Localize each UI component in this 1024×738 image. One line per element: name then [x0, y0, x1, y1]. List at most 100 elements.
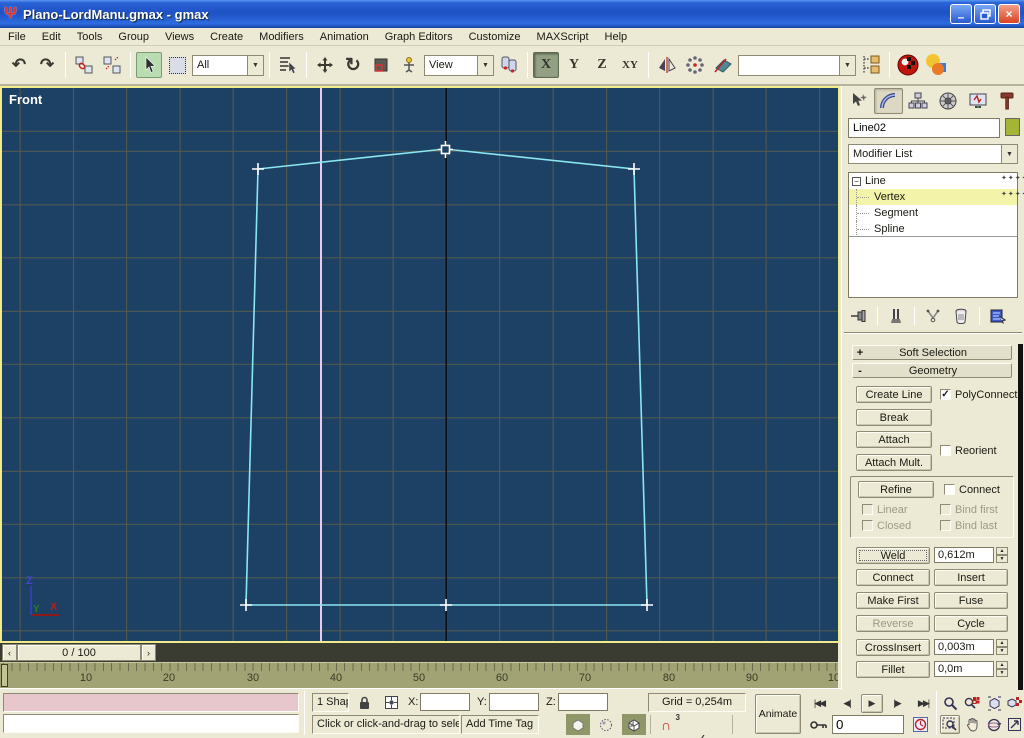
polyconnect-checkbox[interactable]: ✓ — [940, 389, 951, 400]
configure-modifier-sets-button[interactable] — [985, 305, 1011, 327]
array-button[interactable] — [682, 52, 708, 78]
restore-button[interactable] — [974, 4, 996, 24]
tab-motion[interactable] — [933, 88, 963, 114]
front-viewport[interactable]: Front X — [0, 86, 840, 643]
stack-item-segment[interactable]: Segment — [849, 205, 1017, 221]
zoom-extents-all-button[interactable] — [1004, 694, 1024, 713]
attach-mult-button[interactable]: Attach Mult. — [856, 454, 932, 471]
time-slider-prev-button[interactable]: ‹ — [2, 644, 17, 661]
tab-hierarchy[interactable] — [903, 88, 933, 114]
y-coordinate-input[interactable] — [489, 693, 539, 711]
pin-stack-button[interactable] — [846, 305, 872, 327]
refine-button[interactable]: Refine — [858, 481, 934, 498]
stack-item-vertex[interactable]: Vertex ✦✦✦✦ — [849, 189, 1017, 205]
reference-coordinate-system-dropdown[interactable]: View ▼ — [424, 55, 494, 76]
break-button[interactable]: Break — [856, 409, 932, 426]
restrict-x-button[interactable]: X — [533, 52, 559, 78]
set-key-mode-button[interactable] — [806, 715, 830, 734]
select-by-name-button[interactable] — [275, 52, 301, 78]
next-frame-button[interactable]: |▶ — [886, 694, 908, 713]
refine-connect-checkbox[interactable] — [944, 484, 955, 495]
reorient-checkbox[interactable] — [940, 445, 951, 456]
soft-selection-rollout-header[interactable]: + Soft Selection — [852, 345, 1012, 360]
cross-insert-field[interactable]: 0,003m — [934, 639, 994, 655]
tab-utilities[interactable] — [992, 88, 1022, 114]
select-and-scale-button[interactable] — [368, 52, 394, 78]
insert-button[interactable]: Insert — [934, 569, 1008, 586]
time-configuration-button[interactable] — [908, 715, 932, 734]
x-coordinate-input[interactable] — [420, 693, 470, 711]
remove-modifier-button[interactable] — [948, 305, 974, 327]
make-first-button[interactable]: Make First — [856, 592, 930, 609]
spinner-down-icon[interactable]: ▼ — [996, 647, 1008, 655]
menu-modifiers[interactable]: Modifiers — [251, 30, 312, 44]
restrict-y-button[interactable]: Y — [561, 52, 587, 78]
zoom-all-button[interactable] — [962, 694, 982, 713]
select-and-link-button[interactable] — [71, 52, 97, 78]
menu-create[interactable]: Create — [202, 30, 251, 44]
weld-button[interactable]: Weld — [856, 547, 930, 564]
spinner-up-icon[interactable]: ▲ — [996, 639, 1008, 647]
min-max-toggle-button[interactable] — [1005, 715, 1024, 734]
align-button[interactable] — [710, 52, 736, 78]
menu-animation[interactable]: Animation — [312, 30, 377, 44]
fillet-button[interactable]: Fillet — [856, 661, 930, 678]
fuse-button[interactable]: Fuse — [934, 592, 1008, 609]
track-bar[interactable]: 10 20 30 40 50 60 70 80 90 100 — [0, 662, 838, 688]
named-selection-sets-dropdown[interactable]: ▼ — [738, 55, 856, 76]
object-name-input[interactable] — [848, 118, 1000, 138]
spinner-down-icon[interactable]: ▼ — [996, 669, 1008, 677]
rollout-scrollbar[interactable] — [1018, 344, 1023, 690]
restrict-z-button[interactable]: Z — [589, 52, 615, 78]
attach-button[interactable]: Attach — [856, 431, 932, 448]
pan-view-button[interactable] — [962, 715, 982, 734]
stack-item-spline[interactable]: Spline — [849, 221, 1017, 237]
spinner-up-icon[interactable]: ▲ — [996, 547, 1008, 555]
go-to-start-button[interactable]: |◀◀ — [806, 694, 832, 713]
cross-insert-spinner[interactable]: ▲▼ — [996, 639, 1008, 655]
selection-lock-toggle[interactable] — [353, 693, 375, 712]
weld-threshold-field[interactable]: 0,612m — [934, 547, 994, 563]
track-bar-frame-marker[interactable] — [1, 664, 8, 687]
create-line-button[interactable]: Create Line — [856, 386, 932, 403]
add-time-tag[interactable]: Add Time Tag — [461, 715, 539, 734]
unlink-selection-button[interactable] — [99, 52, 125, 78]
fillet-spinner[interactable]: ▲▼ — [996, 661, 1008, 677]
smooth-highlight-toggle[interactable] — [622, 714, 646, 735]
cross-insert-button[interactable]: CrossInsert — [856, 639, 930, 656]
close-button[interactable]: × — [998, 4, 1020, 24]
time-slider-handle[interactable]: 0 / 100 — [17, 644, 141, 661]
maxscript-listener-pink-line[interactable] — [3, 693, 299, 712]
go-to-end-button[interactable]: ▶▶| — [910, 694, 936, 713]
menu-file[interactable]: File — [0, 30, 34, 44]
fillet-field[interactable]: 0,0m — [934, 661, 994, 677]
material-navigator-button[interactable] — [895, 52, 921, 78]
minimize-button[interactable]: – — [950, 4, 972, 24]
tab-modify[interactable] — [874, 88, 904, 114]
material-editor-button[interactable] — [923, 52, 949, 78]
play-animation-button[interactable]: ▶ — [861, 694, 883, 713]
spinner-down-icon[interactable]: ▼ — [996, 555, 1008, 563]
menu-customize[interactable]: Customize — [461, 30, 529, 44]
animate-button[interactable]: Animate — [755, 694, 801, 734]
use-pivot-point-center-button[interactable] — [496, 52, 522, 78]
menu-views[interactable]: Views — [157, 30, 202, 44]
stack-item-line[interactable]: − Line ✦✦✦✦ — [849, 173, 1017, 189]
select-object-button[interactable] — [136, 52, 162, 78]
z-coordinate-input[interactable] — [558, 693, 608, 711]
zoom-button[interactable] — [940, 694, 960, 713]
menu-tools[interactable]: Tools — [69, 30, 111, 44]
time-slider-next-button[interactable]: › — [141, 644, 156, 661]
selection-filter-dropdown[interactable]: All ▼ — [192, 55, 264, 76]
tab-display[interactable] — [963, 88, 993, 114]
mirror-button[interactable] — [654, 52, 680, 78]
draft-quality-toggle[interactable] — [566, 714, 590, 735]
previous-frame-button[interactable]: ◀| — [836, 694, 858, 713]
connect-button[interactable]: Connect — [856, 569, 930, 586]
weld-threshold-spinner[interactable]: ▲▼ — [996, 547, 1008, 563]
collapse-icon[interactable]: − — [852, 177, 861, 186]
menu-graph-editors[interactable]: Graph Editors — [377, 30, 461, 44]
current-frame-input[interactable] — [832, 715, 904, 734]
show-end-result-button[interactable] — [883, 305, 909, 327]
zoom-region-button[interactable] — [940, 715, 960, 734]
